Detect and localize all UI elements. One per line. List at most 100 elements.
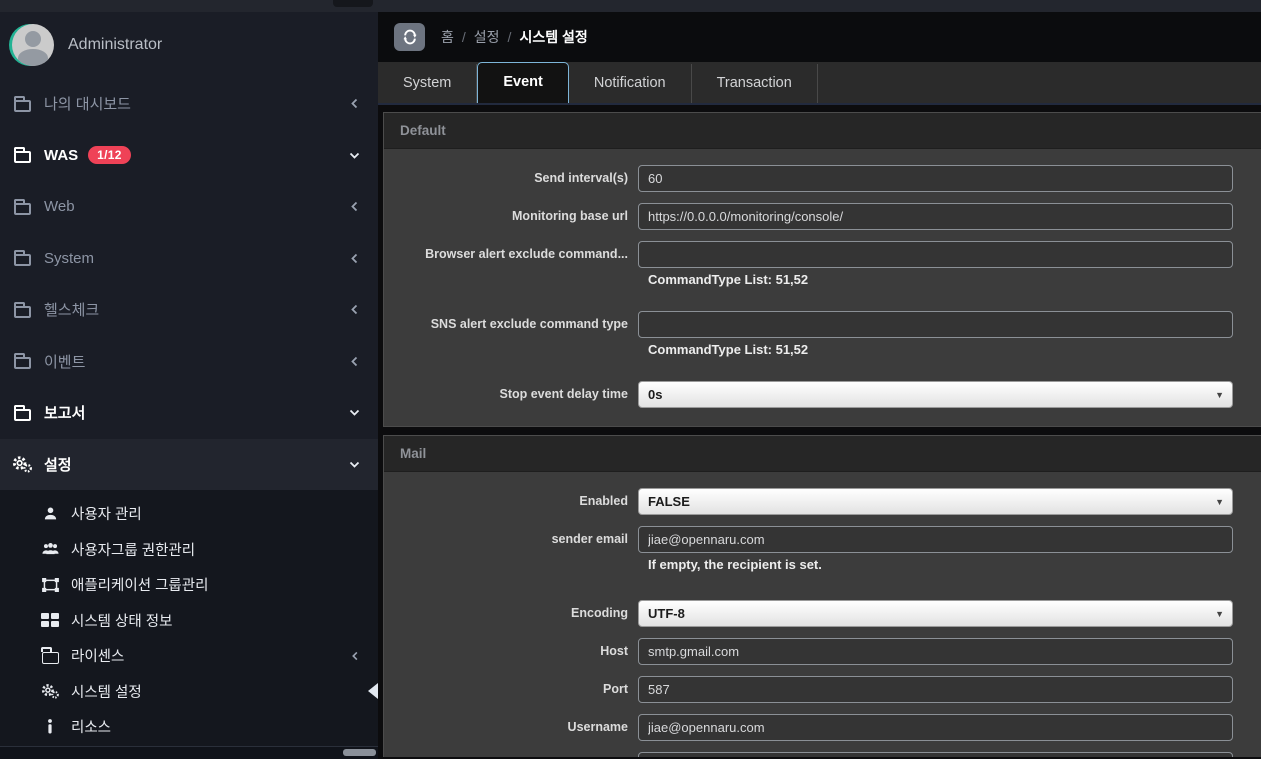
field-label-port: Port xyxy=(384,682,638,697)
submenu-item-resource[interactable]: 리소스 xyxy=(0,709,378,745)
panel-default: Default Send interval(s) Monitoring base… xyxy=(383,112,1261,427)
sidebar-item-label: WAS xyxy=(44,147,78,164)
tab-system[interactable]: System xyxy=(378,64,477,103)
refresh-icon xyxy=(402,29,418,45)
breadcrumb-separator: / xyxy=(508,29,512,45)
refresh-button[interactable] xyxy=(394,23,425,51)
chevron-left-icon xyxy=(351,651,360,661)
settings-form: Default Send interval(s) Monitoring base… xyxy=(378,105,1261,757)
field-label-host: Host xyxy=(384,644,638,659)
tab-event[interactable]: Event xyxy=(477,62,569,103)
folder-icon xyxy=(12,147,32,163)
submenu-item-license[interactable]: 라이센스 xyxy=(0,638,378,674)
avatar xyxy=(12,24,54,66)
chevron-down-icon xyxy=(349,151,360,160)
tab-bar: System Event Notification Transaction xyxy=(378,62,1261,105)
gears-icon xyxy=(40,683,60,699)
sidebar-item-label: 설정 xyxy=(44,454,72,475)
field-label-encoding: Encoding xyxy=(384,606,638,621)
submenu-item-usergroup-permissions[interactable]: 사용자그룹 권한관리 xyxy=(0,532,378,568)
chevron-down-icon xyxy=(349,460,360,469)
select-arrow-icon: ▼ xyxy=(1215,497,1224,507)
hint-commandtype-list-2: CommandType List: 51,52 xyxy=(648,342,1233,357)
sidebar-item-event[interactable]: 이벤트 xyxy=(0,336,378,388)
field-label-browser-alert-exclude: Browser alert exclude command... xyxy=(384,247,638,262)
sidebar-item-label: 나의 대시보드 xyxy=(44,93,131,114)
submenu-item-system-status[interactable]: 시스템 상태 정보 xyxy=(0,603,378,639)
tab-transaction[interactable]: Transaction xyxy=(692,64,818,103)
field-label-stop-event-delay: Stop event delay time xyxy=(384,387,638,402)
chevron-left-icon xyxy=(350,356,360,367)
submenu-item-user-management[interactable]: 사용자 관리 xyxy=(0,496,378,532)
folder-icon xyxy=(12,199,32,215)
username-input[interactable] xyxy=(638,714,1233,741)
chevron-down-icon xyxy=(349,408,360,417)
submenu-item-label: 리소스 xyxy=(71,716,111,737)
info-icon xyxy=(40,719,60,734)
gears-icon xyxy=(12,455,32,473)
chevron-left-icon xyxy=(350,304,360,315)
hint-commandtype-list-1: CommandType List: 51,52 xyxy=(648,272,1233,287)
sidebar-footer xyxy=(0,746,378,759)
sns-alert-exclude-input[interactable] xyxy=(638,311,1233,338)
folder-icon xyxy=(12,405,32,421)
sidebar-item-was[interactable]: WAS 1/12 xyxy=(0,130,378,182)
breadcrumb-home[interactable]: 홈 xyxy=(441,27,454,47)
sidebar-item-label: 헬스체크 xyxy=(44,299,99,320)
sidebar-item-settings[interactable]: 설정 xyxy=(0,439,378,491)
sidebar-item-healthcheck[interactable]: 헬스체크 xyxy=(0,284,378,336)
active-item-arrow xyxy=(368,683,378,699)
top-strip xyxy=(0,0,1261,12)
breadcrumb-settings[interactable]: 설정 xyxy=(474,27,500,47)
scrollbar-thumb[interactable] xyxy=(343,749,376,756)
tab-notification[interactable]: Notification xyxy=(569,64,692,103)
panel-mail: Mail Enabled FALSE ▼ sender email If emp… xyxy=(383,435,1261,757)
mail-enabled-select[interactable]: FALSE ▼ xyxy=(638,488,1233,515)
field-label-sender-email: sender email xyxy=(384,532,638,547)
chevron-left-icon xyxy=(350,98,360,109)
browser-alert-exclude-input[interactable] xyxy=(638,241,1233,268)
partial-bottom-input[interactable] xyxy=(638,752,1233,757)
folder-icon xyxy=(12,302,32,318)
sender-email-input[interactable] xyxy=(638,526,1233,553)
field-label-monitoring-base-url: Monitoring base url xyxy=(384,209,638,224)
users-icon xyxy=(40,542,60,556)
submenu-item-application-group[interactable]: 애플리케이션 그룹관리 xyxy=(0,567,378,603)
stop-event-delay-select[interactable]: 0s ▼ xyxy=(638,381,1233,408)
field-label-send-interval: Send interval(s) xyxy=(384,171,638,186)
sidebar-item-my-dashboard[interactable]: 나의 대시보드 xyxy=(0,78,378,130)
submenu-item-label: 사용자 관리 xyxy=(71,503,142,524)
port-input[interactable] xyxy=(638,676,1233,703)
grid-icon xyxy=(40,613,60,627)
sidebar-item-report[interactable]: 보고서 xyxy=(0,387,378,439)
folder-icon xyxy=(12,250,32,266)
user-icon xyxy=(40,506,60,521)
sidebar-item-label: 이벤트 xyxy=(44,351,85,372)
field-label-username: Username xyxy=(384,720,638,735)
sidebar-item-web[interactable]: Web xyxy=(0,181,378,233)
submenu-item-label: 시스템 상태 정보 xyxy=(71,610,172,631)
panel-mail-title: Mail xyxy=(384,436,1261,472)
profile-name: Administrator xyxy=(68,36,162,54)
user-profile: Administrator xyxy=(0,12,378,78)
panel-default-title: Default xyxy=(384,113,1261,149)
send-interval-input[interactable] xyxy=(638,165,1233,192)
submenu-item-system-settings[interactable]: 시스템 설정 xyxy=(0,674,378,710)
breadcrumb-bar: 홈 / 설정 / 시스템 설정 xyxy=(378,12,1261,62)
was-count-badge: 1/12 xyxy=(88,146,131,164)
select-arrow-icon: ▼ xyxy=(1215,609,1224,619)
object-group-icon xyxy=(40,578,60,592)
sidebar-item-system[interactable]: System xyxy=(0,233,378,285)
sidebar: Administrator 나의 대시보드 WAS 1/12 Web Syste… xyxy=(0,12,378,759)
submenu-item-label: 시스템 설정 xyxy=(71,681,142,702)
monitoring-base-url-input[interactable] xyxy=(638,203,1233,230)
chevron-left-icon xyxy=(350,201,360,212)
host-input[interactable] xyxy=(638,638,1233,665)
encoding-select[interactable]: UTF-8 ▼ xyxy=(638,600,1233,627)
field-label-sns-alert-exclude: SNS alert exclude command type xyxy=(384,317,638,332)
breadcrumb-separator: / xyxy=(462,29,466,45)
chevron-left-icon xyxy=(350,253,360,264)
sidebar-item-label: System xyxy=(44,250,94,267)
submenu-item-label: 라이센스 xyxy=(71,645,124,666)
submenu-item-label: 사용자그룹 권한관리 xyxy=(71,539,195,560)
